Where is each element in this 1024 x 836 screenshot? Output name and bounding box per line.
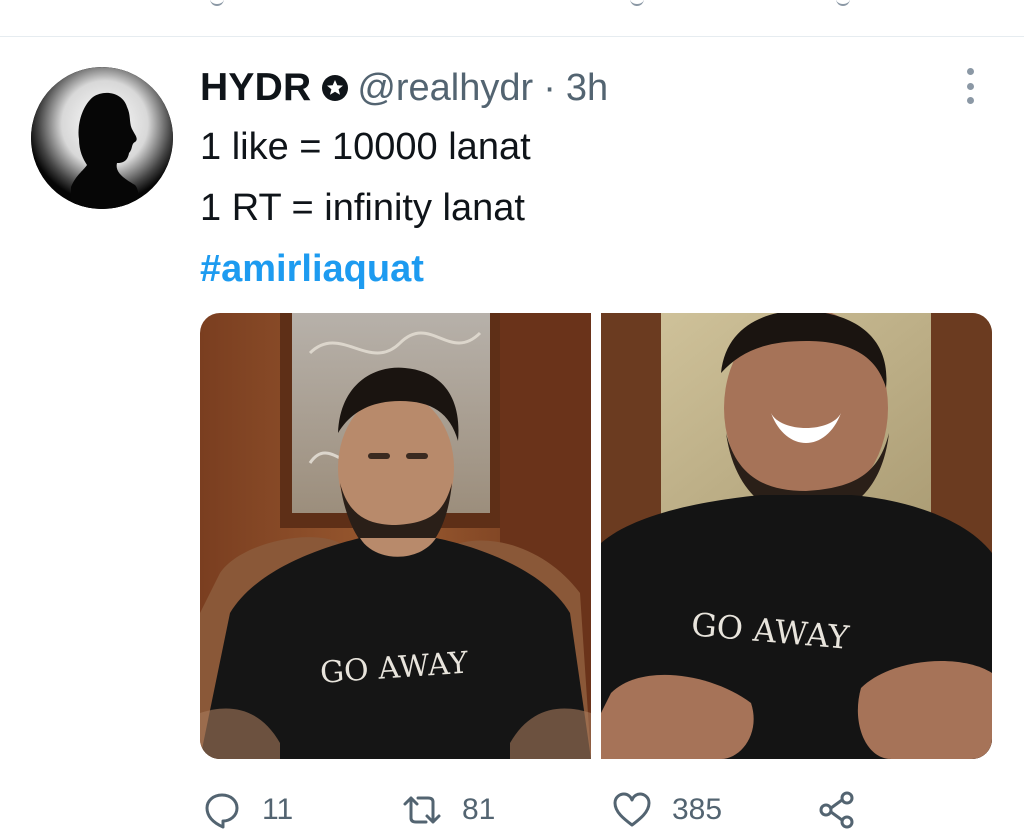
- tweet-text-line: 1 RT = infinity lanat: [200, 187, 525, 229]
- hashtag-link[interactable]: #amirliaquat: [200, 248, 424, 291]
- share-button[interactable]: [817, 786, 857, 834]
- like-button[interactable]: 385: [612, 786, 722, 834]
- photo-left[interactable]: GO AWAY: [200, 313, 591, 759]
- previous-tweet-actions: [0, 0, 1024, 14]
- photo-right[interactable]: GO AWAY: [601, 313, 992, 759]
- reply-button[interactable]: 11: [202, 786, 293, 834]
- retweet-count: 81: [462, 793, 496, 826]
- retweet-button[interactable]: 81: [402, 786, 495, 834]
- tweet-screen: HYDR @realhydr · 3h 1 like = 10000 lanat…: [0, 0, 1024, 836]
- reply-icon: [205, 793, 239, 829]
- retweet-icon: [403, 796, 441, 824]
- reply-count: 11: [262, 793, 294, 826]
- tweet-text-line: 1 like = 10000 lanat: [200, 126, 531, 168]
- share-icon: [819, 791, 854, 829]
- separator-dot: ·: [543, 66, 556, 109]
- tweet-header: HYDR @realhydr · 3h: [200, 64, 608, 112]
- avatar[interactable]: [31, 67, 173, 209]
- divider: [0, 36, 1024, 37]
- media-grid: GO AWAY GO AWAY: [200, 313, 992, 759]
- user-handle[interactable]: @realhydr: [357, 67, 533, 110]
- timestamp[interactable]: 3h: [566, 67, 608, 110]
- tweet-action-bar: 11 81 385: [200, 786, 992, 836]
- like-count: 385: [672, 793, 723, 826]
- star-badge-icon: [322, 75, 349, 101]
- display-name[interactable]: HYDR: [200, 66, 311, 110]
- more-options-icon[interactable]: [958, 68, 982, 104]
- heart-icon: [613, 792, 651, 827]
